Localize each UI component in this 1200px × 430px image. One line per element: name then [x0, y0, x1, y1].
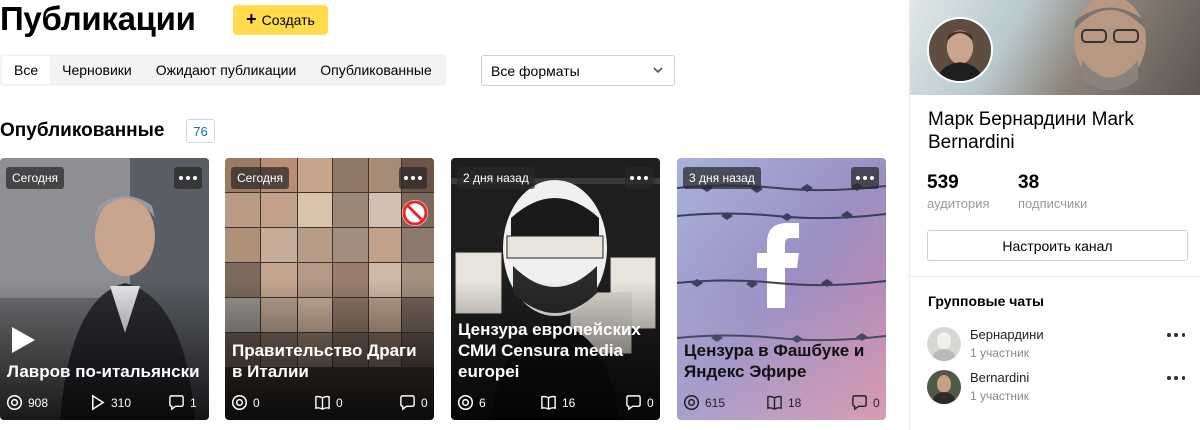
cover-portrait	[1074, 0, 1146, 90]
chat-item[interactable]: Bernardini 1 участник	[927, 368, 1189, 406]
views-icon	[457, 394, 474, 411]
views-icon	[231, 394, 248, 411]
publication-card[interactable]: Сегодня Правительство Драги в Италии 0 0…	[225, 158, 434, 420]
book-icon	[315, 395, 330, 410]
views-count: 6	[479, 395, 486, 410]
card-stats: 908 310 1	[6, 394, 201, 412]
comments-count: 0	[647, 395, 654, 410]
section-title: Опубликованные	[0, 120, 165, 141]
views-count: 0	[253, 395, 260, 410]
card-stats: 615 18 0	[683, 394, 880, 412]
publication-card[interactable]: Сегодня Лавров по-итальянски 908 310 1	[0, 158, 209, 420]
chat-more-button[interactable]	[1167, 373, 1185, 383]
page-title: Публикации	[0, 0, 196, 37]
tab-drafts[interactable]: Черновики	[50, 56, 144, 84]
comment-icon	[852, 395, 867, 411]
subscribers-stat[interactable]: 38 подписчики	[1018, 172, 1087, 211]
chat-avatar	[927, 370, 961, 404]
publication-card[interactable]: 2 дня назад Цензура европейских СМИ Cens…	[451, 158, 660, 420]
card-stats: 0 0 0	[231, 394, 428, 412]
comments-count: 1	[190, 395, 197, 410]
group-chats-title: Групповые чаты	[928, 293, 1044, 309]
create-button-label: Создать	[261, 12, 315, 28]
audience-label: аудитория	[927, 196, 990, 211]
channel-avatar[interactable]	[927, 17, 993, 83]
publication-card[interactable]: 3 дня назад Цензура в Фашбуке и Яндекс Э…	[677, 158, 886, 420]
card-title[interactable]: Правительство Драги в Италии	[232, 340, 426, 382]
views-count: 908	[28, 395, 49, 410]
play-icon[interactable]	[9, 326, 37, 354]
plays-count: 310	[111, 395, 132, 410]
views-stat: 908	[6, 394, 48, 411]
views-count: 615	[705, 395, 726, 410]
comments-stat: 0	[625, 394, 654, 411]
divider	[910, 276, 1200, 277]
reads-count: 0	[336, 395, 343, 410]
format-select-value: Все форматы	[491, 62, 580, 79]
card-more-button[interactable]	[399, 167, 427, 189]
comment-icon	[626, 395, 641, 411]
configure-channel-button[interactable]: Настроить канал	[927, 230, 1188, 261]
blocked-icon	[402, 200, 428, 226]
reads-stat: 18	[766, 394, 801, 411]
chat-name: Bernardini	[970, 370, 1030, 385]
plays-stat: 310	[89, 394, 131, 411]
comments-stat: 1	[168, 394, 197, 411]
chat-name: Бернардини	[970, 327, 1044, 342]
channel-cover-image	[910, 0, 1200, 95]
card-more-button[interactable]	[625, 167, 653, 189]
date-badge: 3 дня назад	[683, 167, 761, 189]
format-select[interactable]: Все форматы	[481, 55, 675, 86]
plus-icon: +	[246, 9, 257, 29]
views-stat: 6	[457, 394, 486, 411]
views-icon	[6, 394, 23, 411]
comment-icon	[169, 395, 184, 411]
subscribers-count: 38	[1018, 172, 1040, 193]
subscribers-label: подписчики	[1018, 196, 1088, 211]
comments-stat: 0	[851, 394, 880, 411]
chat-more-button[interactable]	[1167, 330, 1185, 340]
comment-icon	[400, 395, 415, 411]
chat-avatar	[927, 327, 961, 361]
views-icon	[683, 394, 700, 411]
tab-pending[interactable]: Ожидают публикации	[144, 56, 309, 84]
comments-count: 0	[873, 395, 880, 410]
card-title[interactable]: Лавров по-итальянски	[7, 361, 201, 382]
date-badge: 2 дня назад	[457, 167, 535, 189]
audience-count: 539	[927, 172, 959, 193]
date-badge: Сегодня	[6, 167, 64, 189]
channel-panel: Марк Бернардини Mark Bernardini 539 ауди…	[909, 0, 1200, 430]
comments-stat: 0	[399, 394, 428, 411]
chevron-down-icon	[653, 67, 663, 74]
reads-count: 16	[562, 395, 576, 410]
audience-stat: 539 аудитория	[927, 172, 990, 211]
create-button[interactable]: + Создать	[233, 5, 328, 35]
views-stat: 615	[683, 394, 725, 411]
tab-published[interactable]: Опубликованные	[308, 56, 443, 84]
card-title[interactable]: Цензура европейских СМИ Censura media eu…	[458, 319, 652, 382]
reads-count: 18	[788, 395, 802, 410]
comments-count: 0	[421, 395, 428, 410]
chat-members: 1 участник	[970, 389, 1030, 403]
book-icon	[767, 395, 782, 410]
play-outline-icon	[92, 394, 105, 411]
date-badge: Сегодня	[231, 167, 289, 189]
channel-name[interactable]: Марк Бернардини Mark Bernardini	[928, 108, 1188, 154]
reads-stat: 0	[314, 394, 343, 411]
card-more-button[interactable]	[851, 167, 879, 189]
chat-item[interactable]: Бернардини 1 участник	[927, 325, 1189, 363]
card-more-button[interactable]	[174, 167, 202, 189]
reads-stat: 16	[540, 394, 575, 411]
views-stat: 0	[231, 394, 260, 411]
card-title[interactable]: Цензура в Фашбуке и Яндекс Эфире	[684, 340, 878, 382]
status-tabs: Все Черновики Ожидают публикации Опублик…	[0, 54, 446, 86]
published-count-badge[interactable]: 76	[186, 119, 215, 143]
tab-all[interactable]: Все	[2, 56, 51, 84]
book-icon	[541, 395, 556, 410]
card-stats: 6 16 0	[457, 394, 654, 412]
chat-members: 1 участник	[970, 346, 1030, 360]
